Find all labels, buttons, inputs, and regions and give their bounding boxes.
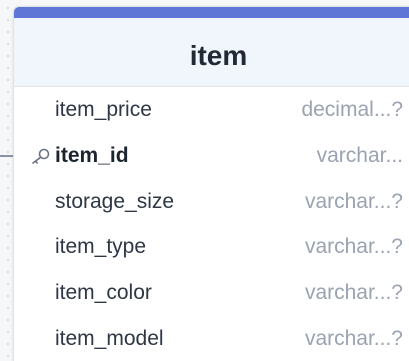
header-color-bar	[14, 7, 409, 18]
field-row-item-type[interactable]: item_type varchar...?	[14, 224, 409, 270]
field-type: varchar...	[316, 143, 403, 167]
field-row-item-id[interactable]: item_id varchar...	[14, 133, 409, 179]
field-name: item_type	[55, 235, 147, 259]
field-name: item_price	[55, 98, 152, 121]
key-icon	[30, 148, 52, 164]
field-name: storage_size	[55, 189, 175, 213]
field-name: item_model	[55, 326, 164, 350]
field-row-storage-size[interactable]: storage_size varchar...?	[14, 179, 409, 225]
field-row-item-model[interactable]: item_model varchar...?	[14, 316, 409, 361]
field-row-item-price[interactable]: item_price decimal...?	[14, 87, 409, 133]
entity-table-item[interactable]: item item_price decimal...? item_id varc…	[13, 6, 409, 361]
field-name-primary-key: item_id	[55, 143, 129, 167]
field-type: varchar...?	[304, 326, 403, 350]
field-type: varchar...?	[304, 235, 403, 259]
table-title: item	[189, 40, 248, 71]
field-name: item_color	[55, 281, 152, 305]
field-type: decimal...?	[301, 98, 403, 121]
field-row-item-color[interactable]: item_color varchar...?	[14, 270, 409, 316]
field-type: varchar...?	[304, 189, 403, 213]
table-header[interactable]: item	[14, 7, 409, 87]
field-type: varchar...?	[304, 281, 403, 305]
